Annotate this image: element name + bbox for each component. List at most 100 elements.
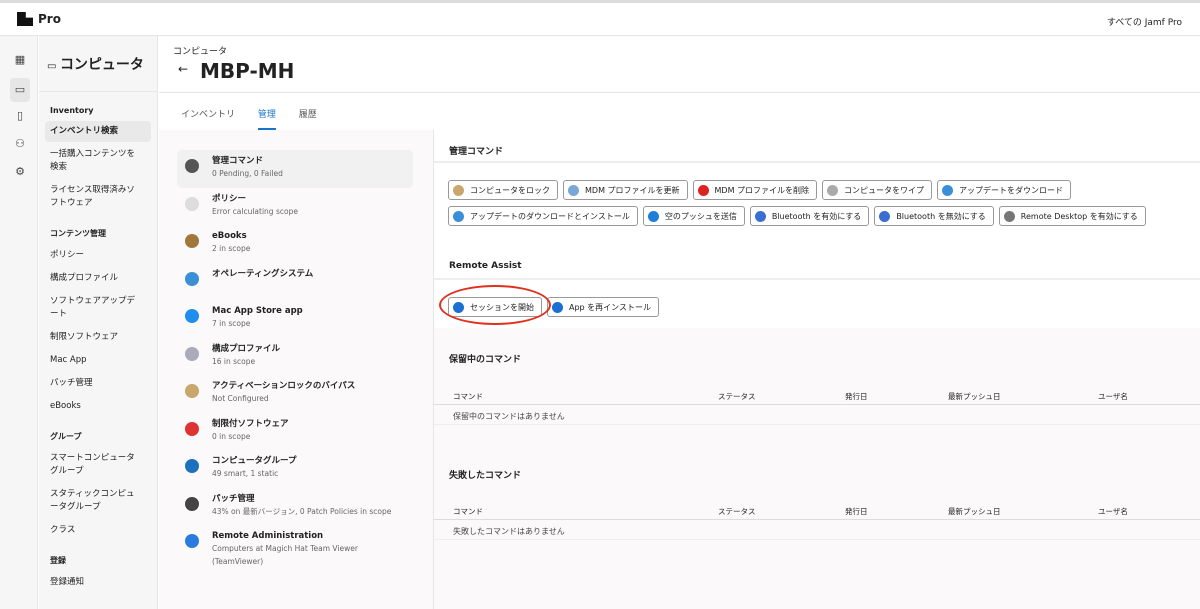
sidebar-section-label: コンテンツ管理	[50, 229, 106, 238]
sidebar-item[interactable]: スマートコンピュータグループ	[45, 448, 151, 482]
list-item-title: アクティベーションロックのバイパス	[212, 381, 356, 391]
list-item[interactable]: コンピュータグループ 49 smart, 1 static	[177, 450, 413, 488]
page-title: MBP-MH	[200, 59, 295, 83]
button-label: 空のプッシュを送信	[664, 211, 737, 221]
sidebar-item[interactable]: 制限ソフトウェア	[45, 327, 151, 348]
column-header[interactable]: ユーザ名	[1098, 391, 1128, 402]
list-item[interactable]: Mac App Store app 7 in scope	[177, 300, 413, 338]
button-icon	[453, 184, 464, 196]
list-item-title: Remote Administration	[212, 531, 324, 541]
column-header[interactable]: 最新プッシュ日	[948, 391, 1001, 402]
item-icon	[185, 384, 199, 398]
commands-button[interactable]: コンピュータをロック	[448, 180, 558, 200]
list-item-subtitle: Computers at Magich Hat Team Viewer (Tea…	[212, 544, 358, 566]
commands-button[interactable]: Remote Desktop を有効にする	[998, 206, 1146, 226]
remote-button[interactable]: App を再インストール	[547, 297, 660, 317]
commands-button[interactable]: アップデートをダウンロード	[937, 180, 1072, 200]
sidebar-item[interactable]: Mac App	[45, 350, 151, 371]
column-header[interactable]: ステータス	[718, 391, 756, 402]
breadcrumb[interactable]: コンピュータ	[173, 44, 227, 57]
sidebar-item[interactable]: ライセンス取得済みソフトウェア	[45, 180, 151, 214]
devices-icon[interactable]: ▯	[10, 106, 30, 126]
commands-button[interactable]: Bluetooth を無効にする	[874, 206, 994, 226]
dashboard-icon[interactable]: ▦	[10, 50, 30, 70]
item-icon	[185, 309, 199, 323]
remote-assist-heading: Remote Assist	[449, 261, 522, 271]
list-item[interactable]: 管理コマンド 0 Pending, 0 Failed	[177, 150, 413, 188]
command-buttons: コンピュータをロック MDM プロファイルを更新 MDM プロファイルを削除 コンピュ…	[448, 180, 1198, 226]
sidebar-item[interactable]: クラス	[45, 520, 151, 541]
column-header[interactable]: ユーザ名	[1098, 506, 1128, 517]
button-icon	[568, 184, 579, 196]
divider	[434, 161, 1200, 163]
sidebar-item[interactable]: 構成プロファイル	[45, 268, 151, 289]
item-icon	[185, 496, 199, 511]
sidebar-item[interactable]: パッチ管理	[45, 373, 151, 394]
commands-button[interactable]: 空のプッシュを送信	[642, 206, 745, 226]
button-label: アップデートをダウンロード	[959, 185, 1064, 195]
brand-name: Pro	[38, 12, 61, 26]
sidebar-item[interactable]: インベントリ検索	[45, 121, 151, 142]
computer-icon: ▭	[47, 61, 60, 72]
commands-button[interactable]: コンピュータをワイプ	[822, 180, 933, 200]
list-item[interactable]: 構成プロファイル 16 in scope	[177, 338, 413, 376]
sidebar-item[interactable]: 一括購入コンテンツを検索	[45, 144, 151, 178]
list-item[interactable]: Remote Administration Computers at Magich…	[177, 525, 413, 566]
list-item-subtitle: 49 smart, 1 static	[212, 469, 279, 478]
pending-heading: 保留中のコマンド	[449, 355, 522, 365]
list-item[interactable]: ポリシー Error calculating scope	[177, 188, 413, 226]
back-arrow-icon[interactable]: ←	[178, 62, 188, 76]
sidebar-item[interactable]: ポリシー	[45, 245, 151, 266]
list-item-subtitle: 0 in scope	[212, 431, 251, 441]
column-header[interactable]: 発行日	[845, 506, 868, 517]
users-icon[interactable]: ⚇	[10, 134, 30, 154]
tab-management[interactable]: 管理	[257, 107, 276, 130]
empty-row: 失敗したコマンドはありません	[434, 520, 1200, 540]
column-header[interactable]: 発行日	[845, 391, 868, 402]
item-icon	[185, 346, 199, 361]
list-item-title: 制限付ソフトウェア	[212, 418, 289, 429]
scope-selector[interactable]: すべての Jamf Pro	[1107, 15, 1182, 28]
icon-rail: ▦ ▭ ▯ ⚇ ⚙	[0, 36, 38, 609]
list-item-subtitle: 2 in scope	[212, 244, 251, 253]
item-icon	[185, 234, 199, 248]
tab-inventory[interactable]: インベントリ	[181, 107, 235, 128]
jamf-logo	[17, 12, 33, 26]
column-header[interactable]: コマンド	[453, 391, 483, 402]
list-item[interactable]: 制限付ソフトウェア 0 in scope	[177, 413, 413, 451]
settings-icon[interactable]: ⚙	[10, 162, 30, 182]
list-item[interactable]: アクティベーションロックのバイパス Not Configured	[177, 375, 413, 413]
sidebar-item[interactable]: ソフトウェアアップデート	[45, 291, 151, 325]
list-item-title: オペレーティングシステム	[212, 268, 314, 279]
column-header[interactable]: 最新プッシュ日	[948, 506, 1001, 517]
list-item-title: コンピュータグループ	[212, 456, 297, 466]
commands-button[interactable]: MDM プロファイルを削除	[692, 180, 818, 200]
commands-button[interactable]: MDM プロファイルを更新	[563, 180, 688, 200]
button-icon	[754, 210, 766, 222]
button-icon	[879, 210, 891, 222]
tab-history[interactable]: 履歴	[299, 107, 317, 128]
button-label: コンピュータをワイプ	[844, 185, 925, 195]
commands-button[interactable]: Bluetooth を有効にする	[749, 206, 870, 226]
item-icon	[185, 421, 199, 436]
column-header[interactable]: ステータス	[718, 506, 756, 517]
list-item-title: パッチ管理	[212, 493, 255, 504]
divider	[434, 278, 1200, 280]
list-item-subtitle: 16 in scope	[212, 356, 256, 366]
list-item[interactable]: オペレーティングシステム	[177, 263, 413, 301]
table-header: コマンド ステータス 発行日 最新プッシュ日 ユーザ名	[434, 385, 1200, 405]
sidebar-item[interactable]: 登録通知	[45, 572, 151, 593]
column-header[interactable]: コマンド	[453, 506, 483, 517]
list-item[interactable]: eBooks 2 in scope	[177, 225, 413, 263]
sidebar-item[interactable]: スタティックコンピュータグループ	[45, 484, 151, 518]
list-item-subtitle: Error calculating scope	[212, 206, 298, 216]
commands-button[interactable]: アップデートのダウンロードとインストール	[448, 206, 638, 226]
list-item[interactable]: パッチ管理 43% on 最新バージョン, 0 Patch Policies in…	[177, 488, 413, 526]
sidebar-item[interactable]: eBooks	[45, 396, 151, 417]
button-icon	[827, 184, 839, 196]
button-label: Bluetooth を無効にする	[896, 211, 986, 221]
failed-heading: 失敗したコマンド	[449, 471, 522, 481]
computer-icon[interactable]: ▭	[10, 78, 30, 102]
item-icon	[185, 459, 199, 473]
sidebar-title: ▭ コンピュータ	[39, 36, 157, 92]
